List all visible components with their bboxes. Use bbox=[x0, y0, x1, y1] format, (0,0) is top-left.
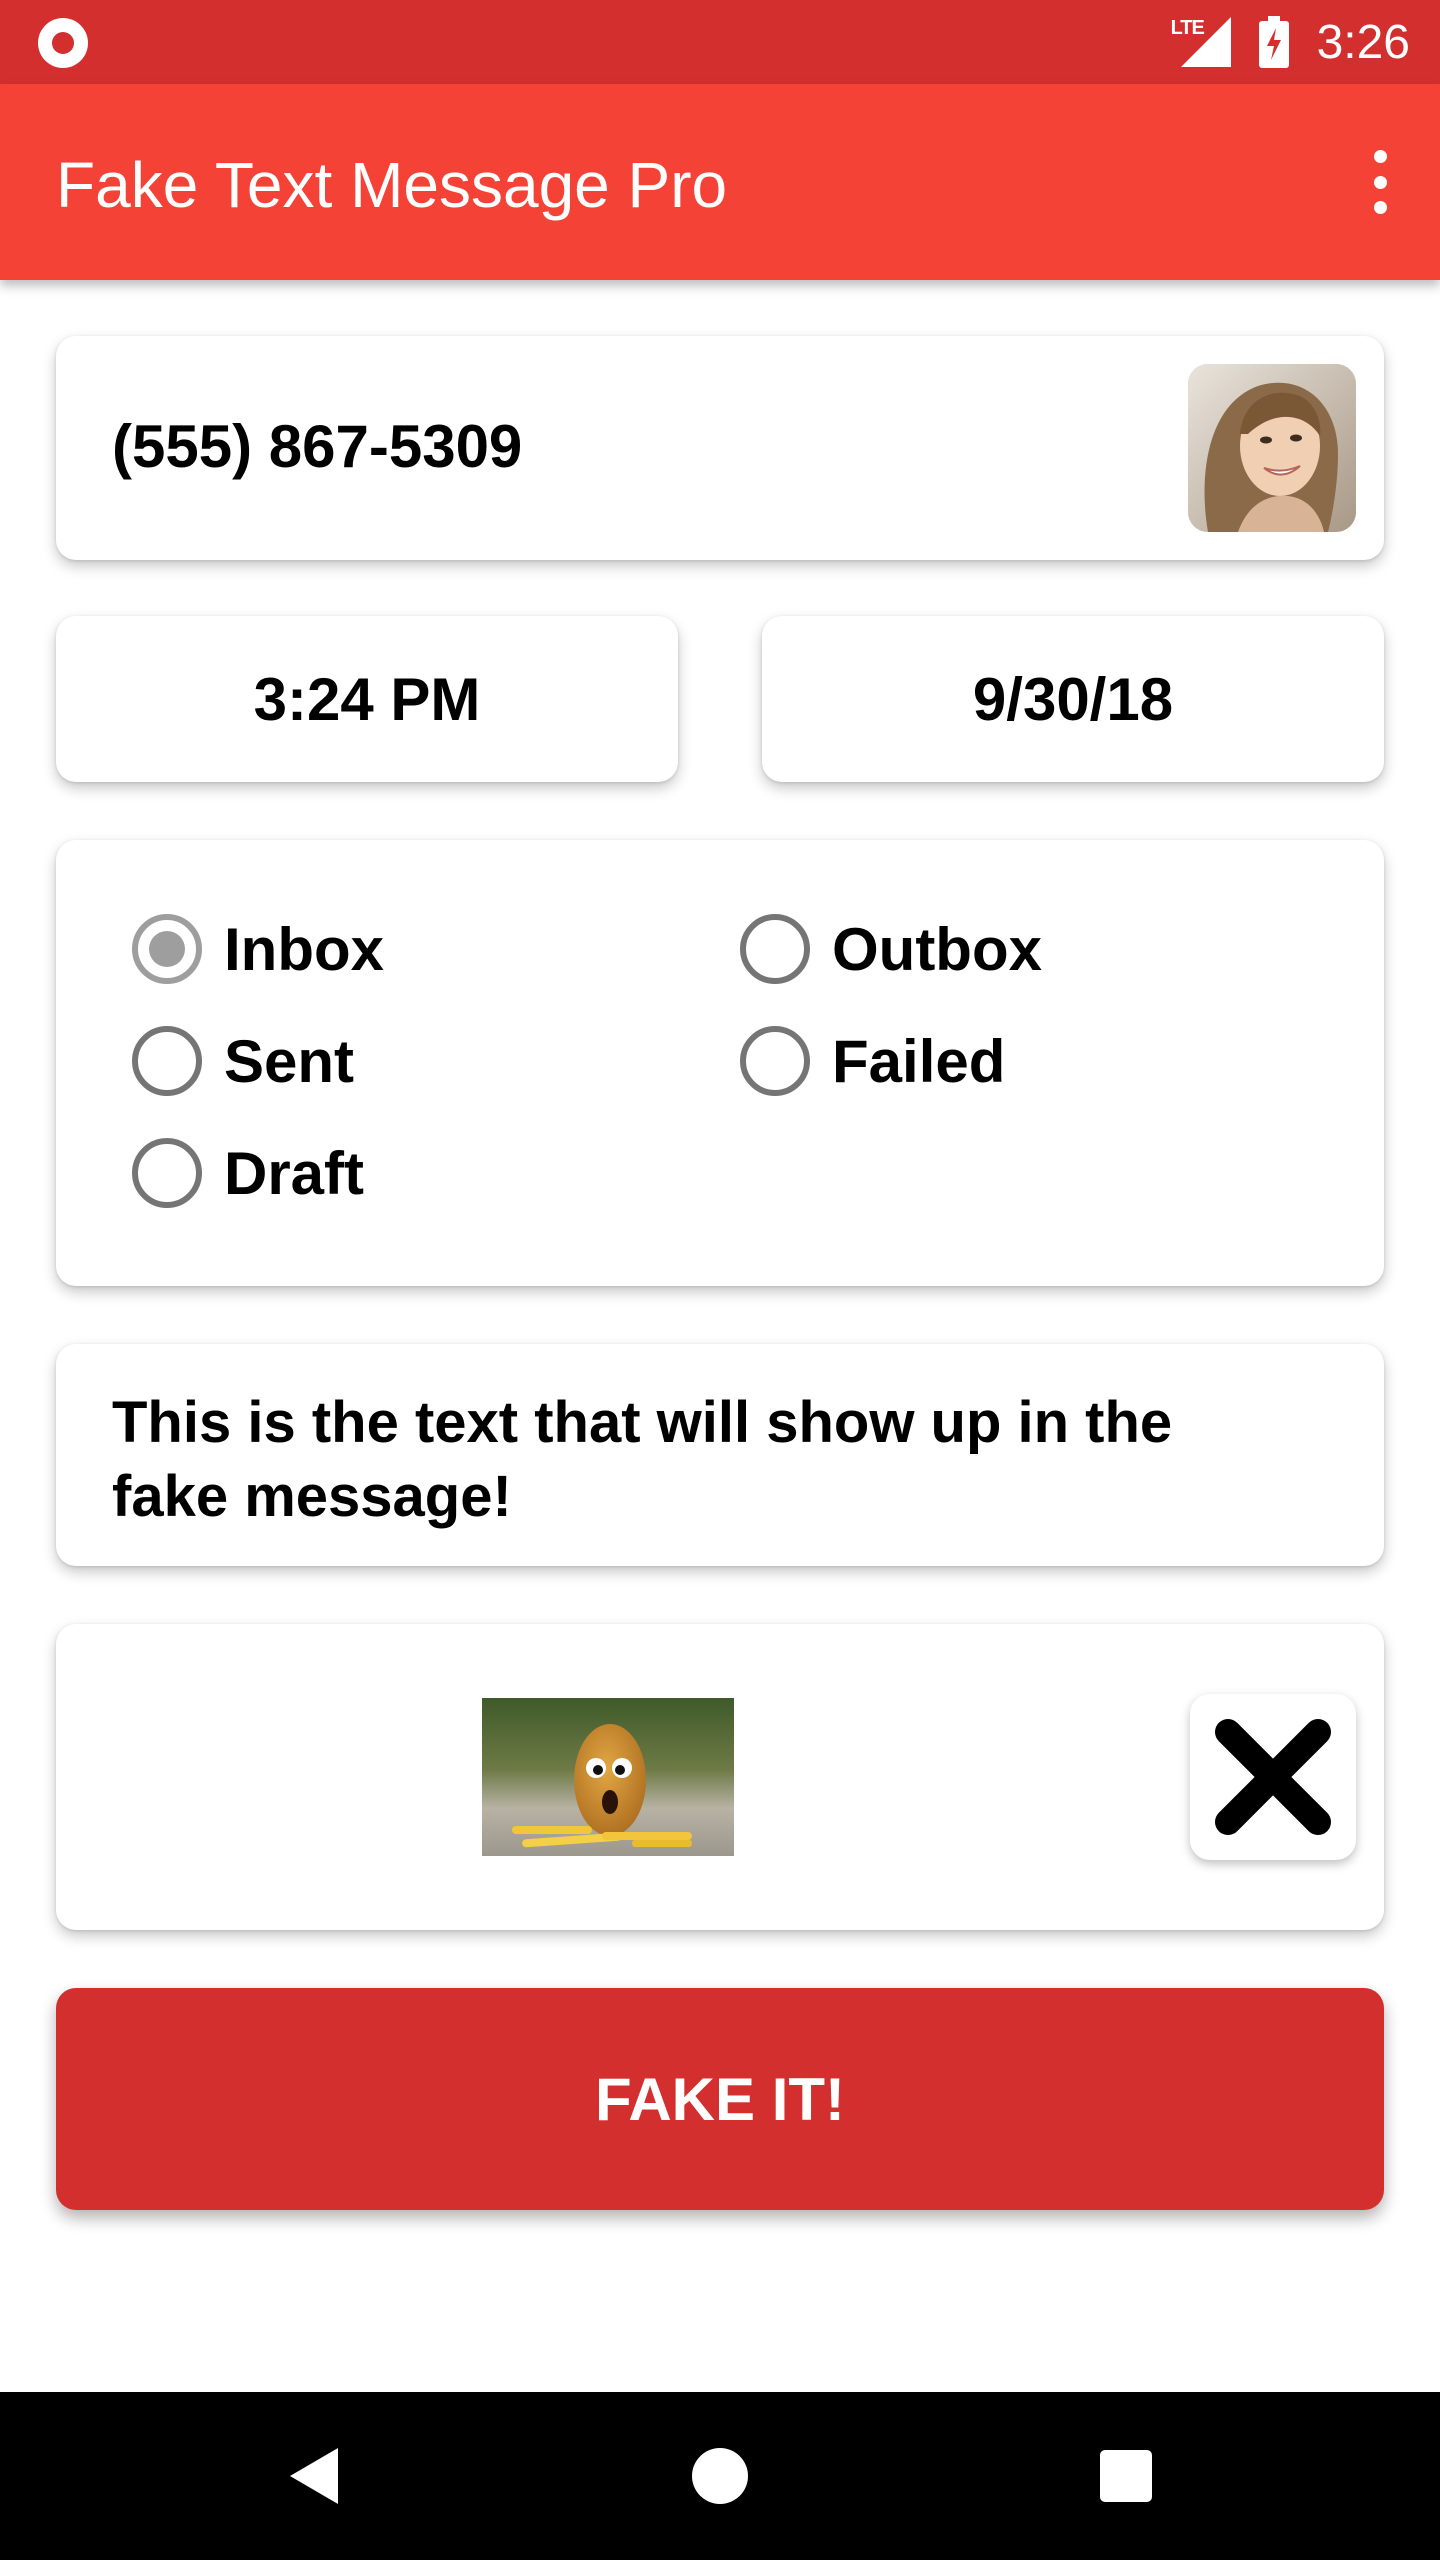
date-picker-button[interactable]: 9/30/18 bbox=[762, 616, 1384, 782]
radio-checked-icon bbox=[132, 914, 202, 984]
radio-unchecked-icon bbox=[740, 1026, 810, 1096]
app-bar: Fake Text Message Pro bbox=[0, 84, 1440, 280]
message-type-group: Inbox Outbox Sent Failed Draft bbox=[56, 840, 1384, 1286]
radio-inbox[interactable]: Inbox bbox=[132, 914, 384, 984]
navigation-bar bbox=[0, 2392, 1440, 2560]
radio-label-inbox: Inbox bbox=[224, 915, 384, 983]
radio-draft[interactable]: Draft bbox=[132, 1138, 364, 1208]
radio-failed[interactable]: Failed bbox=[740, 1026, 1005, 1096]
phone-number-text: (555) 867-5309 bbox=[112, 413, 523, 480]
radio-label-draft: Draft bbox=[224, 1139, 365, 1207]
attachment-card bbox=[56, 1624, 1384, 1930]
home-icon[interactable] bbox=[692, 2448, 748, 2504]
battery-charging-icon bbox=[1258, 16, 1289, 68]
attached-image-thumbnail[interactable] bbox=[482, 1698, 734, 1856]
fake-it-button[interactable]: FAKE IT! bbox=[56, 1988, 1384, 2210]
message-text-field[interactable]: This is the text that will show up in th… bbox=[56, 1344, 1384, 1566]
radio-unchecked-icon bbox=[132, 1026, 202, 1096]
radio-label-outbox: Outbox bbox=[832, 915, 1042, 983]
time-value: 3:24 PM bbox=[253, 665, 481, 733]
radio-outbox[interactable]: Outbox bbox=[740, 914, 1042, 984]
message-text: This is the text that will show up in th… bbox=[112, 1390, 1173, 1529]
radio-unchecked-icon bbox=[740, 914, 810, 984]
network-label: LTE bbox=[1170, 17, 1205, 39]
contact-avatar-photo[interactable] bbox=[1188, 364, 1356, 532]
time-picker-button[interactable]: 3:24 PM bbox=[56, 616, 678, 782]
signal-icon: LTE bbox=[1171, 17, 1231, 67]
radio-unchecked-icon bbox=[132, 1138, 202, 1208]
phone-number-field[interactable]: (555) 867-5309 bbox=[56, 336, 1384, 560]
date-value: 9/30/18 bbox=[972, 665, 1174, 733]
status-time: 3:26 bbox=[1316, 15, 1410, 69]
close-icon bbox=[1215, 1719, 1331, 1835]
radio-label-sent: Sent bbox=[224, 1027, 355, 1095]
radio-label-failed: Failed bbox=[832, 1027, 1006, 1095]
app-title: Fake Text Message Pro bbox=[56, 149, 728, 221]
status-icons: LTE 3:26 bbox=[1171, 0, 1410, 84]
status-bar: LTE 3:26 bbox=[0, 0, 1440, 84]
recents-icon[interactable] bbox=[1100, 2450, 1152, 2502]
screen-record-icon bbox=[38, 18, 88, 68]
back-icon[interactable] bbox=[286, 2446, 342, 2506]
remove-attachment-button[interactable] bbox=[1190, 1694, 1356, 1860]
radio-sent[interactable]: Sent bbox=[132, 1026, 354, 1096]
overflow-menu-icon[interactable] bbox=[1368, 150, 1392, 214]
